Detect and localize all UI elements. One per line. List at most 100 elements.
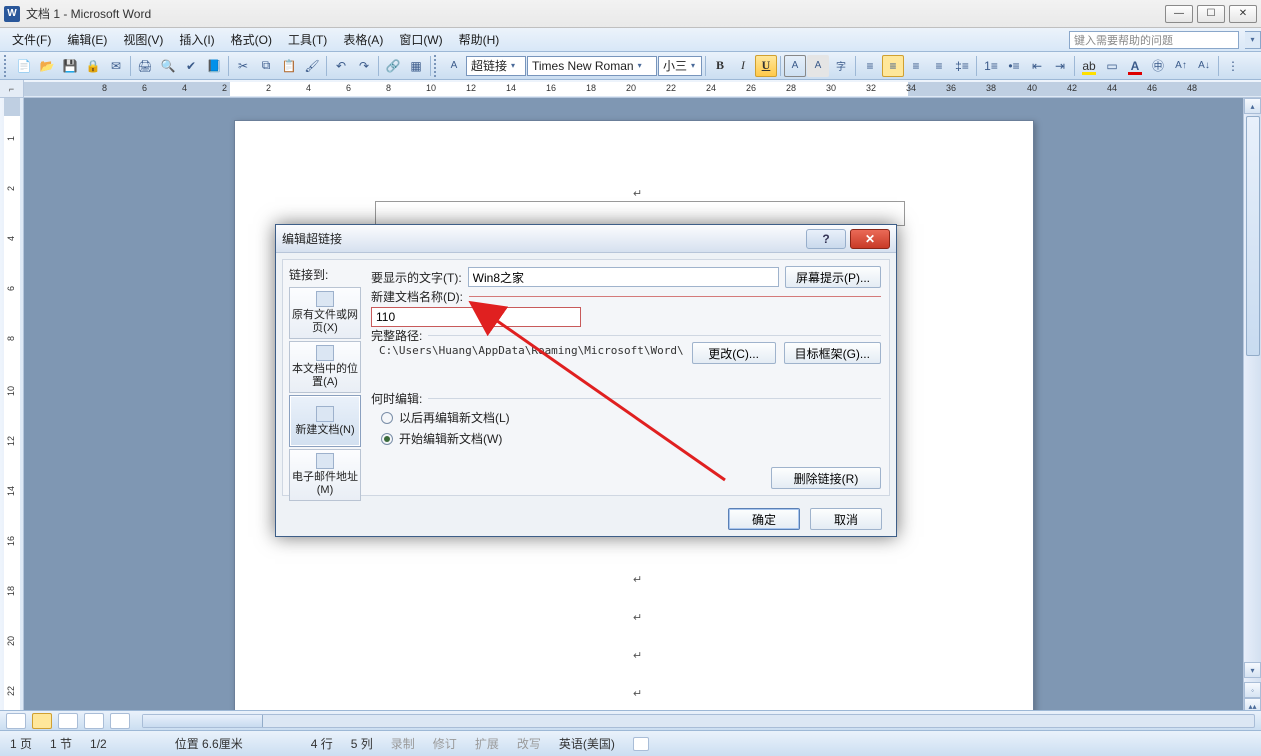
numbering-icon[interactable]: 1≡ [980,55,1002,77]
align-center-icon[interactable]: ≡ [882,55,904,77]
cancel-button[interactable]: 取消 [810,508,882,530]
horizontal-scrollbar[interactable] [142,714,1255,728]
linkto-new-document[interactable]: 新建文档(N) [289,395,361,447]
screentip-button[interactable]: 屏幕提示(P)... [785,266,881,288]
normal-view-button[interactable] [6,713,26,729]
toolbar-grip-icon[interactable] [434,55,440,77]
new-doc-icon[interactable]: 📄 [13,55,35,77]
menu-tools[interactable]: 工具(T) [280,29,335,50]
redo-icon[interactable]: ↷ [353,55,375,77]
status-language[interactable]: 英语(美国) [559,735,615,752]
italic-button[interactable]: I [732,55,754,77]
save-icon[interactable]: 💾 [59,55,81,77]
paste-icon[interactable]: 📋 [278,55,300,77]
newdoc-name-input[interactable] [371,307,581,327]
char-scale-icon[interactable]: 字 [830,55,852,77]
menu-table[interactable]: 表格(A) [335,29,391,50]
line-spacing-icon[interactable]: ‡≡ [951,55,973,77]
menu-file[interactable]: 文件(F) [4,29,59,50]
table-frame[interactable] [375,201,905,226]
border-icon[interactable]: ▭ [1101,55,1123,77]
cut-icon[interactable]: ✂ [232,55,254,77]
vertical-scrollbar[interactable]: ▴ ▾ ◦ ▴▴ ▾▾ [1243,98,1261,730]
print-layout-view-button[interactable] [32,713,52,729]
scroll-up-icon[interactable]: ▴ [1244,98,1261,114]
scroll-thumb[interactable] [1246,116,1260,356]
print-icon[interactable]: 🖨 [134,55,156,77]
char-border-icon[interactable]: A [784,55,806,77]
mail-icon[interactable]: ✉ [105,55,127,77]
menu-format[interactable]: 格式(O) [223,29,280,50]
ok-button[interactable]: 确定 [728,508,800,530]
bullets-icon[interactable]: •≡ [1003,55,1025,77]
underline-button[interactable]: U [755,55,777,77]
display-text-input[interactable] [468,267,779,287]
bold-button[interactable]: B [709,55,731,77]
linkto-email[interactable]: 电子邮件地址(M) [289,449,361,501]
horizontal-ruler[interactable]: ⌐ 2 4 6 8 246810121416182022242628303234… [0,80,1261,98]
research-icon[interactable]: 📘 [203,55,225,77]
styles-pane-icon[interactable]: A [443,55,465,77]
status-book-icon[interactable] [633,737,649,751]
undo-icon[interactable]: ↶ [330,55,352,77]
toolbar-grip-icon[interactable] [4,55,10,77]
dialog-help-button[interactable]: ? [806,229,846,249]
menu-insert[interactable]: 插入(I) [171,29,222,50]
scroll-down-icon[interactable]: ▾ [1244,662,1261,678]
align-justify-icon[interactable]: ≡ [928,55,950,77]
open-icon[interactable]: 📂 [36,55,58,77]
close-button[interactable]: ✕ [1229,5,1257,23]
dialog-titlebar[interactable]: 编辑超链接 ? ✕ [276,225,896,253]
linkto-existing-file[interactable]: 原有文件或网页(X) [289,287,361,339]
minimize-button[interactable]: — [1165,5,1193,23]
radio-edit-now[interactable]: 开始编辑新文档(W) [381,430,881,447]
shrink-font-icon[interactable]: A↓ [1193,55,1215,77]
toolbar-options-icon[interactable]: ⋮ [1222,55,1244,77]
font-color-icon[interactable]: A [1124,55,1146,77]
font-size-selector[interactable]: 小三▾ [658,56,702,76]
ruler-number: 24 [706,83,716,93]
scroll-thumb[interactable] [143,715,263,727]
menu-help[interactable]: 帮助(H) [451,29,508,50]
vertical-ruler[interactable]: 1246810121416182022 [0,98,24,730]
remove-link-button[interactable]: 删除链接(R) [771,467,881,489]
outline-view-button[interactable] [84,713,104,729]
copy-icon[interactable]: ⧉ [255,55,277,77]
status-track[interactable]: 修订 [433,735,457,752]
browse-object-icon[interactable]: ◦ [1244,682,1261,698]
menu-view[interactable]: 视图(V) [115,29,171,50]
dialog-footer: 确定 取消 [276,502,896,536]
permission-icon[interactable]: 🔒 [82,55,104,77]
format-painter-icon[interactable]: 🖌 [301,55,323,77]
indent-icon[interactable]: ⇥ [1049,55,1071,77]
window-title: 文档 1 - Microsoft Word [26,5,1161,22]
hyperlink-icon[interactable]: 🔗 [382,55,404,77]
print-preview-icon[interactable]: 🔍 [157,55,179,77]
help-dropdown-icon[interactable]: ▾ [1245,31,1261,49]
change-path-button[interactable]: 更改(C)... [692,342,776,364]
grow-font-icon[interactable]: A↑ [1170,55,1192,77]
radio-edit-later[interactable]: 以后再编辑新文档(L) [381,409,881,426]
highlight-icon[interactable]: ab [1078,55,1100,77]
web-layout-view-button[interactable] [58,713,78,729]
status-overwrite[interactable]: 改写 [517,735,541,752]
menu-window[interactable]: 窗口(W) [391,29,450,50]
font-selector[interactable]: Times New Roman▾ [527,56,657,76]
status-extend[interactable]: 扩展 [475,735,499,752]
outdent-icon[interactable]: ⇤ [1026,55,1048,77]
spellcheck-icon[interactable]: ✔ [180,55,202,77]
maximize-button[interactable]: ☐ [1197,5,1225,23]
status-record[interactable]: 录制 [391,735,415,752]
linkto-place-in-doc[interactable]: 本文档中的位置(A) [289,341,361,393]
table-icon[interactable]: ▦ [405,55,427,77]
dialog-close-button[interactable]: ✕ [850,229,890,249]
menu-edit[interactable]: 编辑(E) [59,29,115,50]
help-search-input[interactable]: 键入需要帮助的问题 [1069,31,1239,49]
char-shading-icon[interactable]: A [807,55,829,77]
style-selector[interactable]: 超链接▾ [466,56,526,76]
target-frame-button[interactable]: 目标框架(G)... [784,342,881,364]
asian-layout-icon[interactable]: ㊥ [1147,55,1169,77]
reading-view-button[interactable] [110,713,130,729]
align-left-icon[interactable]: ≡ [859,55,881,77]
align-right-icon[interactable]: ≡ [905,55,927,77]
